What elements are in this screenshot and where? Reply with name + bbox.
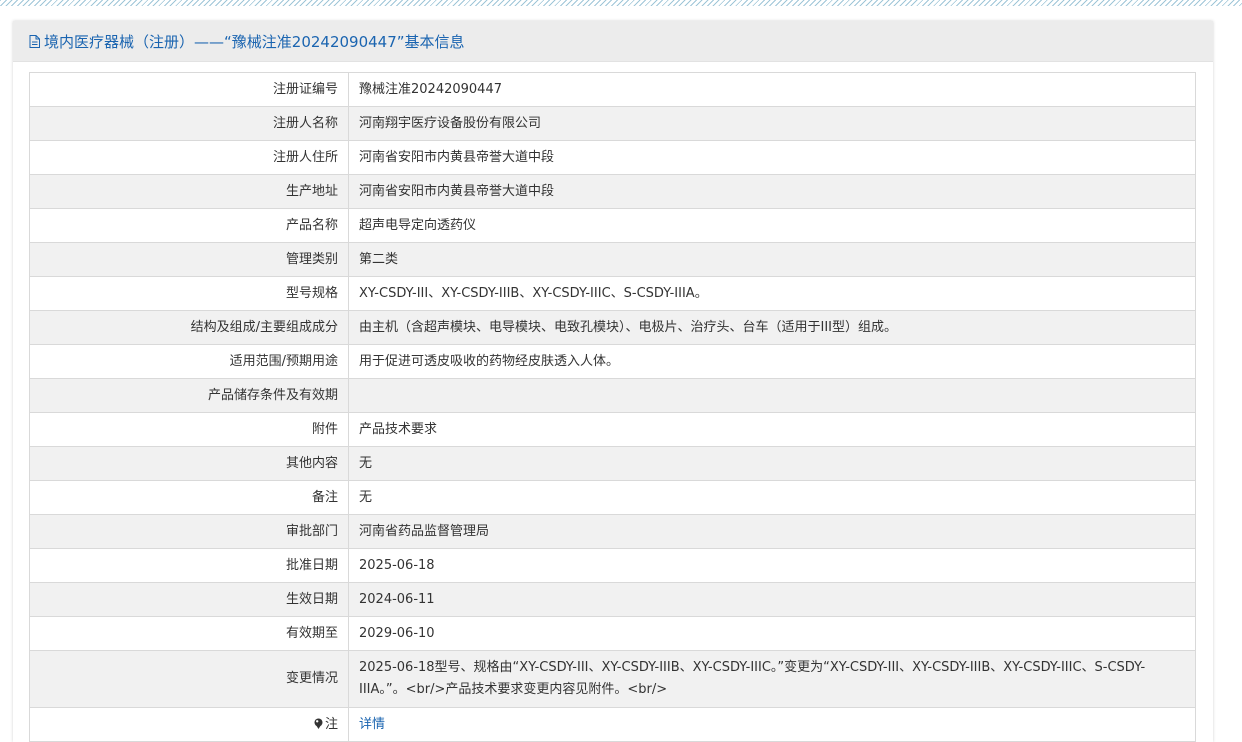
row-label: 产品储存条件及有效期 (29, 378, 349, 413)
table-row: 有效期至 2029-06-10 (29, 616, 1196, 651)
row-label: 审批部门 (29, 514, 349, 549)
table-row-note: 注 详情 (29, 707, 1196, 742)
row-value (348, 378, 1196, 413)
table-row: 产品名称 超声电导定向透药仪 (29, 208, 1196, 243)
row-value: 河南省安阳市内黄县帝誉大道中段 (348, 140, 1196, 175)
document-icon (29, 34, 40, 48)
table-row: 生效日期 2024-06-11 (29, 582, 1196, 617)
row-value: 2029-06-10 (348, 616, 1196, 651)
table-row: 审批部门 河南省药品监督管理局 (29, 514, 1196, 549)
table-row: 结构及组成/主要组成成分 由主机（含超声模块、电导模块、电致孔模块）、电极片、治… (29, 310, 1196, 345)
row-label: 管理类别 (29, 242, 349, 277)
row-value: 河南省药品监督管理局 (348, 514, 1196, 549)
row-value: 2025-06-18 (348, 548, 1196, 583)
row-value: 2024-06-11 (348, 582, 1196, 617)
row-value: 由主机（含超声模块、电导模块、电致孔模块）、电极片、治疗头、台车（适用于III型… (348, 310, 1196, 345)
info-panel: 境内医疗器械（注册）——“豫械注准20242090447”基本信息 注册证编号 … (13, 21, 1213, 742)
row-value: 2025-06-18型号、规格由“XY-CSDY-III、XY-CSDY-III… (348, 650, 1196, 708)
table-row: 注册证编号 豫械注准20242090447 (29, 72, 1196, 107)
top-decorative-stripe (0, 0, 1242, 6)
table-row: 批准日期 2025-06-18 (29, 548, 1196, 583)
note-value-cell: 详情 (348, 707, 1196, 742)
row-value: 河南省安阳市内黄县帝誉大道中段 (348, 174, 1196, 209)
table-row: 备注 无 (29, 480, 1196, 515)
table-row: 变更情况 2025-06-18型号、规格由“XY-CSDY-III、XY-CSD… (29, 650, 1196, 708)
row-label: 结构及组成/主要组成成分 (29, 310, 349, 345)
row-value: 无 (348, 446, 1196, 481)
table-row: 附件 产品技术要求 (29, 412, 1196, 447)
row-label: 生效日期 (29, 582, 349, 617)
row-value: XY-CSDY-III、XY-CSDY-IIIB、XY-CSDY-IIIC、S-… (348, 276, 1196, 311)
page-title: 境内医疗器械（注册）——“豫械注准20242090447”基本信息 (44, 32, 465, 51)
table-row: 注册人住所 河南省安阳市内黄县帝誉大道中段 (29, 140, 1196, 175)
table-row: 产品储存条件及有效期 (29, 378, 1196, 413)
table-row: 生产地址 河南省安阳市内黄县帝誉大道中段 (29, 174, 1196, 209)
row-label: 注册证编号 (29, 72, 349, 107)
row-label: 其他内容 (29, 446, 349, 481)
row-label: 注册人名称 (29, 106, 349, 141)
row-label: 生产地址 (29, 174, 349, 209)
table-row: 型号规格 XY-CSDY-III、XY-CSDY-IIIB、XY-CSDY-II… (29, 276, 1196, 311)
table-row: 管理类别 第二类 (29, 242, 1196, 277)
row-label: 型号规格 (29, 276, 349, 311)
table-row: 注册人名称 河南翔宇医疗设备股份有限公司 (29, 106, 1196, 141)
row-value: 超声电导定向透药仪 (348, 208, 1196, 243)
row-label: 备注 (29, 480, 349, 515)
note-label-cell: 注 (29, 707, 349, 742)
row-label: 变更情况 (29, 650, 349, 708)
row-label: 注册人住所 (29, 140, 349, 175)
row-label: 适用范围/预期用途 (29, 344, 349, 379)
row-label: 有效期至 (29, 616, 349, 651)
row-value: 用于促进可透皮吸收的药物经皮肤透入人体。 (348, 344, 1196, 379)
row-label: 附件 (29, 412, 349, 447)
info-table-wrap: 注册证编号 豫械注准20242090447 注册人名称 河南翔宇医疗设备股份有限… (29, 72, 1196, 742)
row-label: 批准日期 (29, 548, 349, 583)
pin-icon (314, 718, 323, 729)
row-value: 无 (348, 480, 1196, 515)
table-row: 其他内容 无 (29, 446, 1196, 481)
info-table: 注册证编号 豫械注准20242090447 注册人名称 河南翔宇医疗设备股份有限… (29, 72, 1196, 742)
panel-header: 境内医疗器械（注册）——“豫械注准20242090447”基本信息 (13, 21, 1213, 62)
table-row: 适用范围/预期用途 用于促进可透皮吸收的药物经皮肤透入人体。 (29, 344, 1196, 379)
row-value: 河南翔宇医疗设备股份有限公司 (348, 106, 1196, 141)
details-link[interactable]: 详情 (359, 717, 385, 732)
row-label: 产品名称 (29, 208, 349, 243)
row-value: 第二类 (348, 242, 1196, 277)
note-label: 注 (324, 716, 338, 732)
row-value: 产品技术要求 (348, 412, 1196, 447)
row-value: 豫械注准20242090447 (348, 72, 1196, 107)
